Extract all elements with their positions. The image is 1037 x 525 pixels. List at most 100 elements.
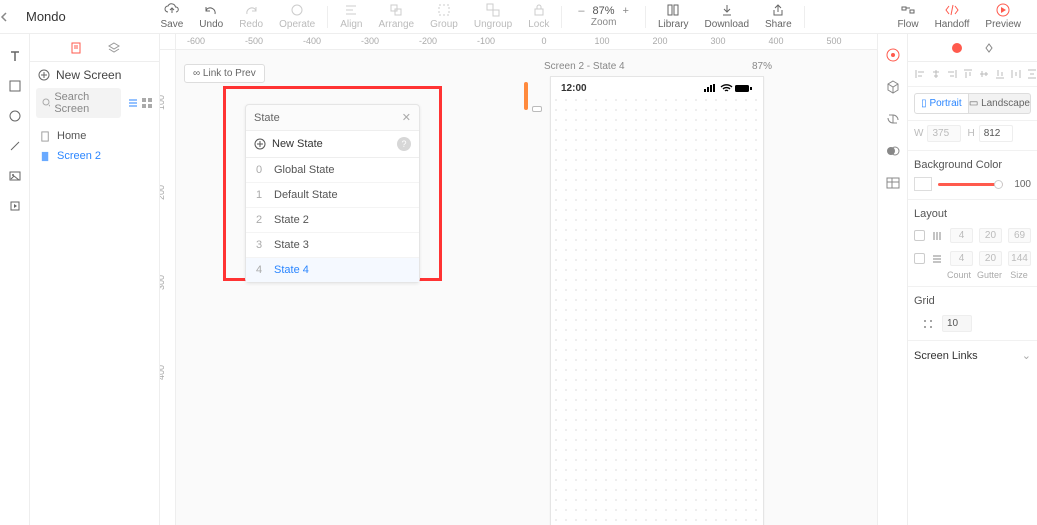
- new-screen-button[interactable]: New Screen: [30, 62, 159, 88]
- align-button[interactable]: Align: [332, 0, 370, 33]
- line-tool[interactable]: [7, 138, 23, 154]
- artboard[interactable]: 12:00: [550, 76, 764, 525]
- lock-button[interactable]: Lock: [520, 0, 557, 33]
- align-controls: [908, 62, 1037, 87]
- save-button[interactable]: Save: [153, 0, 192, 33]
- wifi-icon: [720, 84, 733, 93]
- row-count[interactable]: 4: [950, 251, 973, 266]
- align-icon: [343, 2, 359, 18]
- state-item[interactable]: 3State 3: [246, 233, 419, 258]
- state-item[interactable]: 0Global State: [246, 158, 419, 183]
- landscape-button[interactable]: ▭ Landscape: [969, 93, 1031, 114]
- preview-button[interactable]: Preview: [977, 0, 1029, 33]
- link-to-prev-button[interactable]: ∞ Link to Prev: [184, 64, 265, 83]
- state-item[interactable]: 2State 2: [246, 208, 419, 233]
- grid-icon: [922, 318, 934, 330]
- align-bottom-icon[interactable]: [994, 68, 1006, 80]
- context-rail: [877, 34, 907, 525]
- ungroup-button[interactable]: Ungroup: [466, 0, 520, 33]
- zoom-in-button[interactable]: +: [623, 5, 629, 17]
- tree-item-home[interactable]: Home: [30, 126, 159, 146]
- zoom-control[interactable]: – 87% +: [578, 5, 629, 17]
- pages-tab[interactable]: [69, 41, 83, 55]
- align-center-v-icon[interactable]: [978, 68, 990, 80]
- library-button[interactable]: Library: [650, 0, 697, 33]
- ruler-top: -600-500-400-300-200-1000100200300400500: [176, 34, 877, 50]
- handoff-button[interactable]: Handoff: [927, 0, 978, 33]
- mask-icon[interactable]: [884, 142, 902, 160]
- operate-button[interactable]: Operate: [271, 0, 323, 33]
- operate-icon: [289, 2, 305, 18]
- grid-view-icon[interactable]: [141, 97, 153, 109]
- component-tool[interactable]: [7, 198, 23, 214]
- table-icon[interactable]: [884, 174, 902, 192]
- tree-item-screen2[interactable]: Screen 2: [30, 146, 159, 166]
- zoom-out-button[interactable]: –: [578, 5, 584, 17]
- list-view-icon[interactable]: [127, 97, 139, 109]
- state-item[interactable]: 4State 4: [246, 258, 419, 282]
- guide-marker[interactable]: [524, 82, 528, 110]
- state-item[interactable]: 1Default State: [246, 183, 419, 208]
- cloud-upload-icon: [164, 2, 180, 18]
- text-tool[interactable]: [7, 48, 23, 64]
- rows-checkbox[interactable]: [914, 253, 925, 264]
- download-icon: [719, 2, 735, 18]
- columns-row: 4 20 69: [908, 224, 1037, 247]
- search-input[interactable]: Search Screen: [36, 88, 121, 118]
- bg-swatch[interactable]: [914, 177, 932, 191]
- portrait-button[interactable]: ▯ Portrait: [914, 93, 969, 114]
- flow-button[interactable]: Flow: [889, 0, 926, 33]
- tool-rail: [0, 34, 30, 525]
- preview-icon: [995, 2, 1011, 18]
- image-tool[interactable]: [7, 168, 23, 184]
- group-button[interactable]: Group: [422, 0, 466, 33]
- align-top-icon[interactable]: [962, 68, 974, 80]
- columns-checkbox[interactable]: [914, 230, 925, 241]
- screen-links-row[interactable]: Screen Links ⌄: [908, 340, 1037, 370]
- row-gutter[interactable]: 20: [979, 251, 1002, 266]
- align-right-icon[interactable]: [946, 68, 958, 80]
- new-state-button[interactable]: New State ?: [246, 130, 419, 158]
- orientation-toggle: ▯ Portrait ▭ Landscape: [908, 87, 1037, 121]
- lock-icon: [531, 2, 547, 18]
- height-field[interactable]: H812: [967, 125, 1012, 142]
- undo-icon: [203, 2, 219, 18]
- distribute-v-icon[interactable]: [1026, 68, 1037, 80]
- undo-button[interactable]: Undo: [191, 0, 231, 33]
- back-button[interactable]: [0, 12, 20, 22]
- row-size[interactable]: 144: [1008, 251, 1031, 266]
- share-button[interactable]: Share: [757, 0, 800, 33]
- page-icon: [40, 131, 51, 142]
- grid-size[interactable]: 10: [942, 315, 972, 332]
- col-count[interactable]: 4: [950, 228, 973, 243]
- ruler-left: 100200300400: [160, 50, 176, 525]
- help-icon[interactable]: ?: [397, 137, 411, 151]
- layout-section-title: Layout: [908, 199, 1037, 224]
- rotate-icon[interactable]: [884, 110, 902, 128]
- guide-handle[interactable]: [532, 106, 542, 112]
- columns-icon: [931, 230, 944, 242]
- redo-button[interactable]: Redo: [231, 0, 271, 33]
- col-gutter[interactable]: 20: [979, 228, 1002, 243]
- rect-tool[interactable]: [7, 78, 23, 94]
- state-panel-title: State: [254, 112, 280, 124]
- arrange-button[interactable]: Arrange: [371, 0, 423, 33]
- circle-tool[interactable]: [7, 108, 23, 124]
- bg-opacity-slider[interactable]: [938, 183, 1003, 186]
- cube-icon[interactable]: [884, 78, 902, 96]
- signal-icon: [704, 84, 718, 93]
- artboard-label: Screen 2 - State 4: [544, 61, 625, 72]
- align-center-h-icon[interactable]: [930, 68, 942, 80]
- align-left-icon[interactable]: [914, 68, 926, 80]
- download-button[interactable]: Download: [697, 0, 757, 33]
- design-tab[interactable]: [951, 42, 963, 54]
- layers-tab[interactable]: [107, 41, 121, 55]
- flow-icon: [900, 2, 916, 18]
- canvas[interactable]: -600-500-400-300-200-1000100200300400500…: [160, 34, 877, 525]
- target-icon[interactable]: [884, 46, 902, 64]
- distribute-h-icon[interactable]: [1010, 68, 1022, 80]
- close-icon[interactable]: ✕: [402, 111, 411, 124]
- interaction-tab[interactable]: [983, 42, 995, 54]
- handoff-icon: [944, 2, 960, 18]
- col-size[interactable]: 69: [1008, 228, 1031, 243]
